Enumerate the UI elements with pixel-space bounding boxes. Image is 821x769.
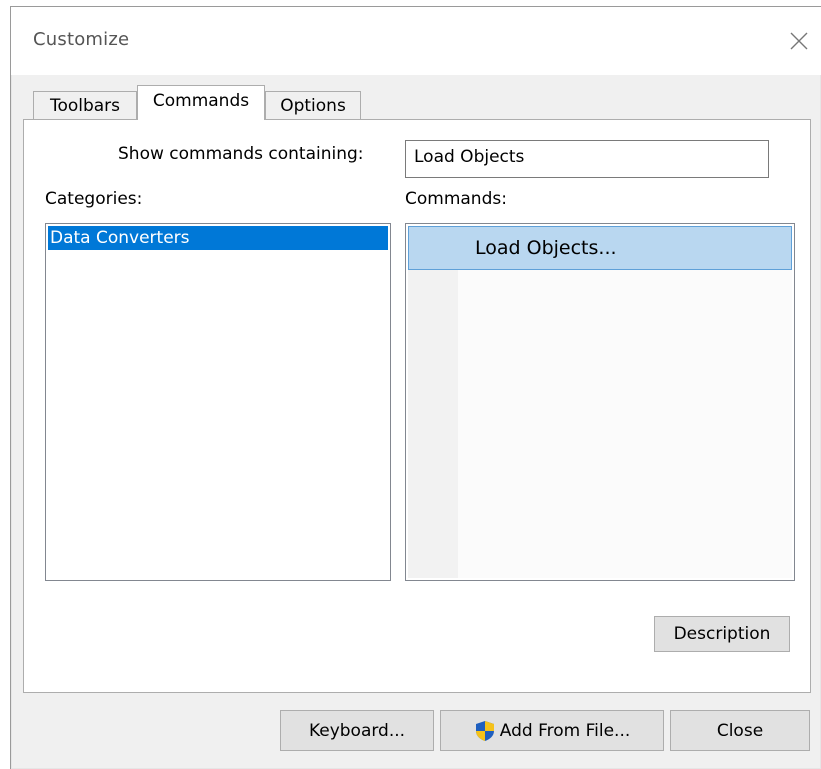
commands-panel: Show commands containing: Load Objects C… — [23, 119, 811, 693]
categories-listbox[interactable]: Data Converters — [45, 223, 391, 581]
tab-commands[interactable]: Commands — [137, 85, 265, 120]
uac-shield-icon — [475, 720, 494, 741]
list-item-label: Data Converters — [50, 228, 190, 248]
commands-label: Commands: — [405, 189, 507, 209]
button-label: Close — [716, 720, 764, 741]
search-label: Show commands containing: — [118, 144, 364, 164]
window-title: Customize — [33, 29, 130, 50]
keyboard-button[interactable]: Keyboard... — [280, 710, 434, 751]
list-item-label: Load Objects... — [475, 237, 617, 259]
search-input[interactable]: Load Objects — [405, 140, 769, 178]
title-bar: Customize — [11, 7, 821, 75]
button-label: Keyboard... — [308, 720, 406, 741]
tab-label: Toolbars — [49, 96, 121, 116]
commands-list-area — [458, 226, 792, 578]
button-label: Add From File... — [499, 720, 631, 741]
list-item-data-converters[interactable]: Data Converters — [48, 226, 388, 250]
icon-gutter — [408, 226, 458, 578]
categories-label: Categories: — [45, 189, 143, 209]
tab-label: Options — [280, 96, 346, 116]
close-button[interactable]: Close — [670, 710, 810, 751]
tab-toolbars[interactable]: Toolbars — [33, 91, 137, 120]
commands-listbox[interactable]: Load Objects... — [405, 223, 795, 581]
add-from-file-button[interactable]: Add From File... — [440, 710, 664, 751]
close-icon[interactable] — [787, 29, 811, 53]
tab-options[interactable]: Options — [265, 91, 361, 120]
search-input-value: Load Objects — [414, 147, 525, 167]
customize-dialog: Customize Toolbars Commands Options Show… — [10, 6, 821, 769]
description-button[interactable]: Description — [654, 616, 790, 652]
tab-label: Commands — [152, 91, 250, 111]
list-item-load-objects[interactable]: Load Objects... — [408, 226, 792, 270]
button-label: Description — [673, 624, 771, 644]
